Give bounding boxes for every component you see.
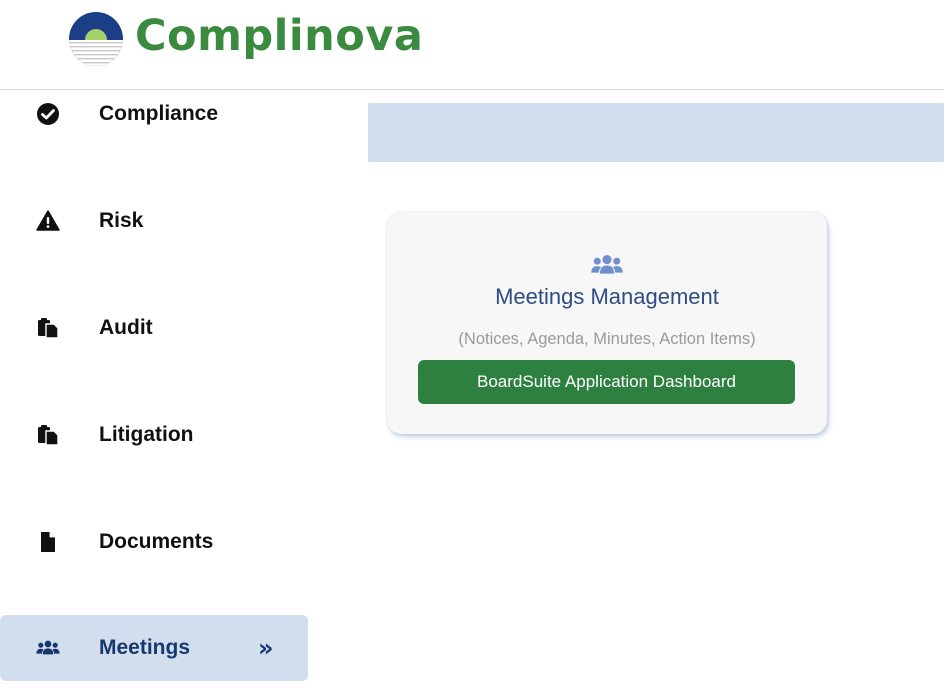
check-circle-icon xyxy=(36,102,60,126)
sidebar-item-audit[interactable]: Audit xyxy=(0,295,308,361)
sidebar-item-label: Meetings xyxy=(99,636,191,659)
brand-name: Complinova xyxy=(135,11,424,61)
sidebar-item-label: Compliance xyxy=(99,102,219,125)
meetings-card: Meetings Management (Notices, Agenda, Mi… xyxy=(387,212,827,434)
sidebar-item-compliance[interactable]: Compliance xyxy=(0,81,308,147)
users-icon xyxy=(36,636,60,660)
page-header-bar xyxy=(368,103,944,162)
sidebar-item-label: Documents xyxy=(99,530,214,553)
warning-triangle-icon xyxy=(36,209,60,233)
sidebar-item-label: Audit xyxy=(99,316,153,339)
file-icon xyxy=(36,530,60,554)
clipboard-copy-icon xyxy=(36,423,60,447)
sidebar: Compliance Risk Audit Litigation Documen… xyxy=(0,90,320,688)
users-icon xyxy=(591,255,623,274)
sidebar-item-label: Litigation xyxy=(99,423,194,446)
boardsuite-dashboard-button[interactable]: BoardSuite Application Dashboard xyxy=(418,360,795,404)
card-title: Meetings Management xyxy=(495,284,719,309)
logo-icon xyxy=(69,12,123,66)
clipboard-copy-icon xyxy=(36,316,60,340)
sidebar-item-documents[interactable]: Documents xyxy=(0,509,308,575)
sidebar-item-litigation[interactable]: Litigation xyxy=(0,402,308,468)
sidebar-item-label: Risk xyxy=(99,209,144,232)
sidebar-item-meetings[interactable]: Meetings » xyxy=(0,615,308,681)
header: Complinova xyxy=(0,0,944,90)
card-subtitle: (Notices, Agenda, Minutes, Action Items) xyxy=(458,330,756,348)
sidebar-item-risk[interactable]: Risk xyxy=(0,188,308,254)
chevron-double-right-icon: » xyxy=(258,634,274,662)
